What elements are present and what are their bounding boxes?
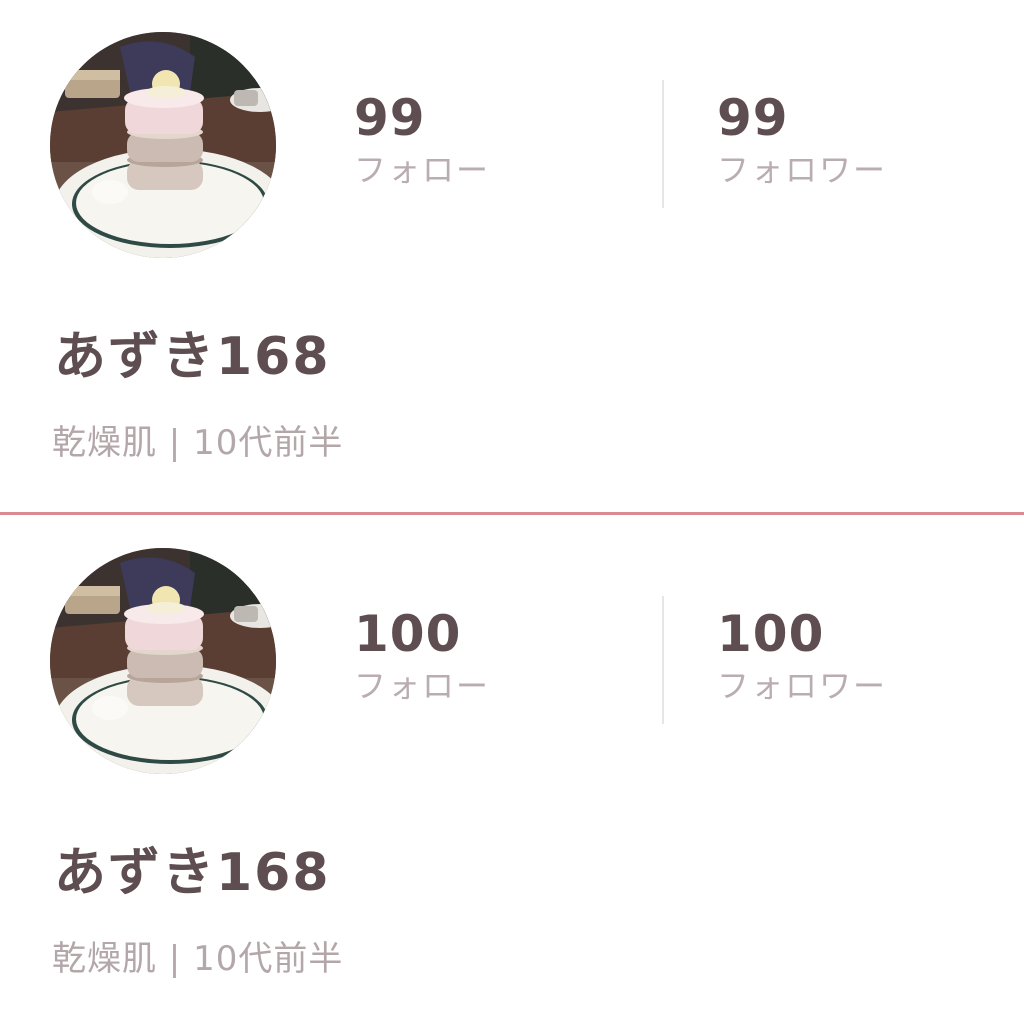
follow-stat[interactable]: 100 フォロー	[354, 604, 490, 706]
profile-meta: 乾燥肌 | 10代前半	[52, 939, 344, 979]
comparison-screen: 99 フォロー 99 フォロワー あずき168 乾燥肌 | 10代前半 100 …	[0, 0, 1024, 1024]
pancake-stack-photo-icon	[50, 548, 276, 774]
follow-count: 100	[354, 605, 462, 663]
profile-header-before: 99 フォロー 99 フォロワー あずき168 乾燥肌 | 10代前半	[0, 0, 1024, 512]
section-divider	[0, 512, 1024, 515]
follower-count: 99	[717, 89, 789, 147]
follow-stat[interactable]: 99 フォロー	[354, 88, 490, 190]
follower-label: フォロワー	[717, 151, 888, 189]
username[interactable]: あずき168	[54, 322, 331, 392]
follow-count: 99	[354, 89, 426, 147]
follower-stat[interactable]: 100 フォロワー	[717, 604, 887, 706]
follower-label: フォロワー	[717, 667, 888, 705]
follow-label: フォロー	[354, 667, 491, 705]
avatar[interactable]	[50, 32, 276, 258]
follower-stat[interactable]: 99 フォロワー	[717, 88, 887, 190]
stat-divider	[662, 80, 664, 208]
stat-divider	[662, 596, 664, 724]
profile-header-after: 100 フォロー 100 フォロワー あずき168 乾燥肌 | 10代前半	[0, 516, 1024, 1024]
follower-count: 100	[717, 605, 825, 663]
pancake-stack-photo-icon	[50, 32, 276, 258]
avatar[interactable]	[50, 548, 276, 774]
username[interactable]: あずき168	[54, 838, 331, 908]
follow-label: フォロー	[354, 151, 491, 189]
profile-meta: 乾燥肌 | 10代前半	[52, 423, 344, 463]
